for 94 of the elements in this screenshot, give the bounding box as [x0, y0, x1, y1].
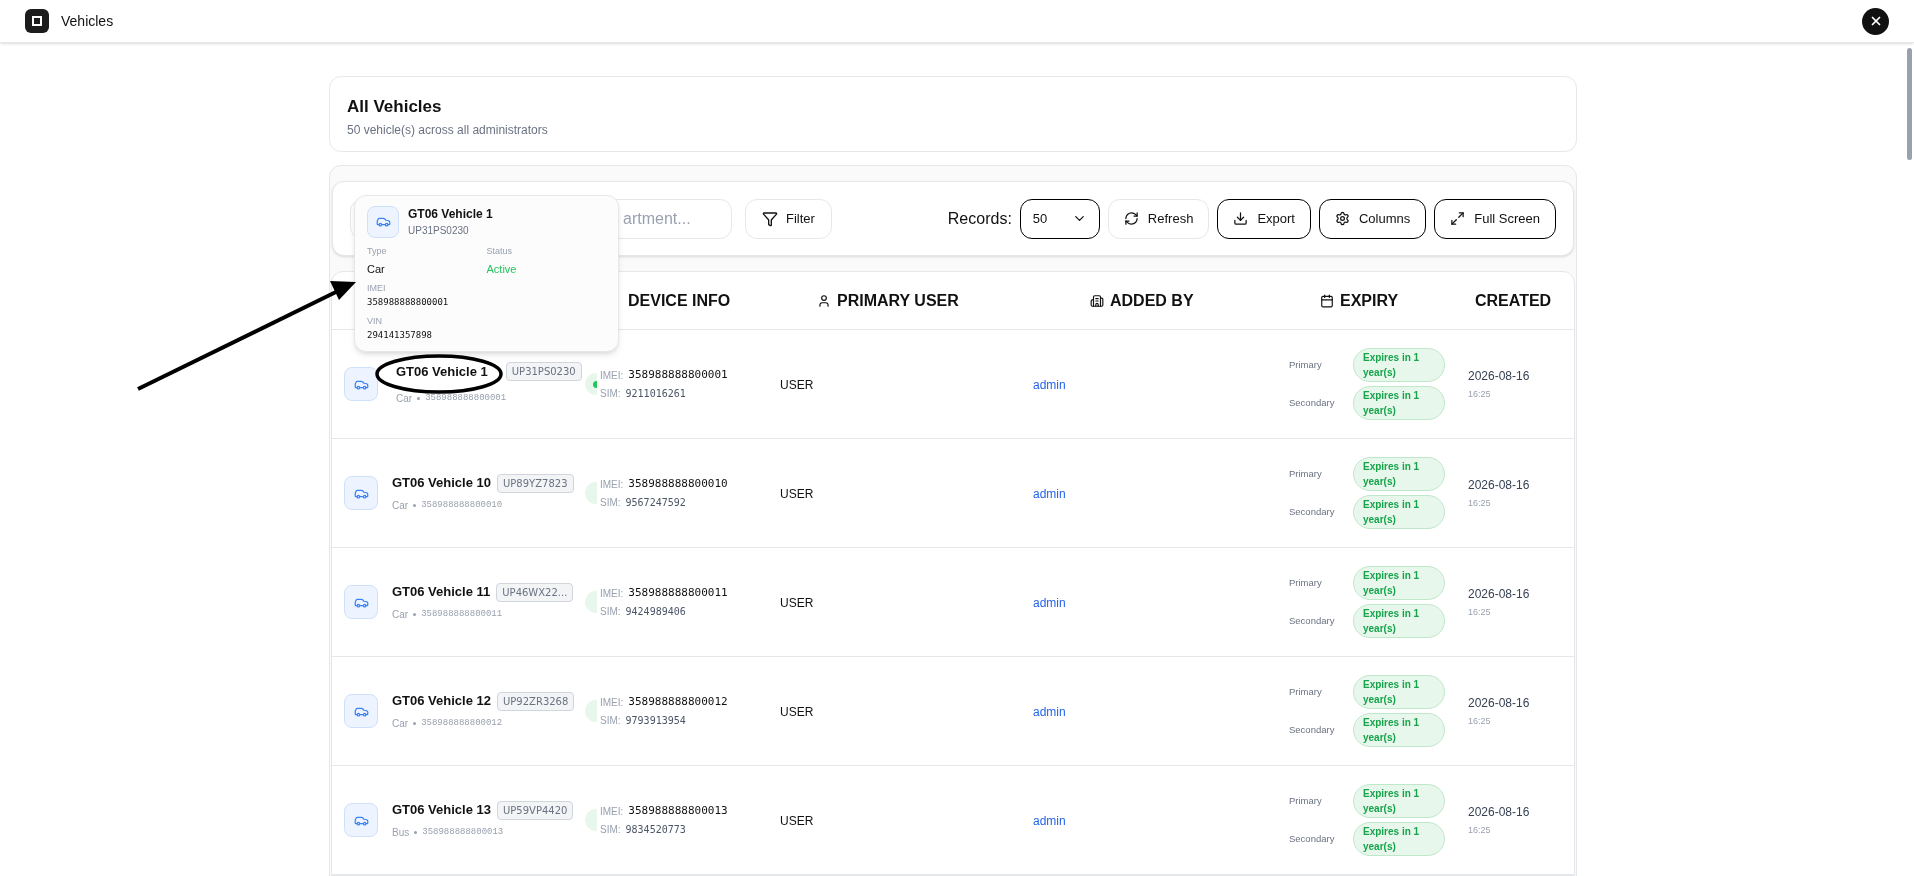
sim-value: 9793913954 [625, 714, 686, 729]
primary-user: USER [780, 596, 814, 610]
tooltip-title: GT06 Vehicle 1 [408, 206, 493, 223]
expiry-label: Primary [1289, 793, 1323, 808]
imei-label: IMEI: [600, 586, 624, 601]
primary-user: USER [780, 378, 814, 392]
created-time: 16:25 [1468, 605, 1492, 619]
vehicle-imei: 358988888800011 [421, 607, 503, 621]
created-time: 16:25 [1468, 496, 1492, 510]
vehicle-type: Car [392, 607, 409, 622]
imei-label: IMEI [367, 282, 387, 295]
expiry-badge: Expires in 1 year(s) [1353, 713, 1445, 747]
vehicle-type: Car [392, 716, 409, 731]
expiry-badge: Expires in 1 year(s) [1353, 386, 1445, 420]
column-header: EXPIRY [1340, 290, 1399, 311]
imei-label: IMEI: [600, 477, 624, 492]
type-label: Type [367, 245, 388, 258]
sim-label: SIM: [600, 714, 621, 729]
expiry-label: Secondary [1289, 504, 1336, 519]
vehicle-name: GT06 Vehicle 10 [392, 474, 491, 493]
plate-tag: UP46WX22... [496, 582, 574, 602]
plate-tag: UP59VP4420 [497, 800, 574, 820]
window-title: Vehicles [61, 11, 114, 31]
sim-value: 9424989406 [625, 605, 686, 620]
status-value: Active [486, 261, 518, 277]
vehicle-name: GT06 Vehicle 13 [392, 801, 491, 820]
vehicle-type: Car [392, 498, 409, 513]
imei-value: 358988888800001 [628, 366, 728, 383]
imei-value: 358988888800012 [628, 693, 728, 710]
primary-user: USER [780, 487, 814, 501]
vehicle-type: Bus [392, 825, 410, 840]
expiry-label: Primary [1289, 684, 1323, 699]
sim-label: SIM: [600, 605, 621, 620]
imei-value: 358988888800001 [367, 295, 450, 309]
sim-label: SIM: [600, 387, 621, 402]
imei-label: IMEI: [600, 695, 624, 710]
vehicle-imei: 358988888800010 [421, 498, 503, 512]
expiry-badge: Expires in 1 year(s) [1353, 822, 1445, 856]
column-header: DEVICE INFO [628, 290, 731, 311]
expiry-badge: Expires in 1 year(s) [1353, 566, 1445, 600]
expiry-badge: Expires in 1 year(s) [1353, 604, 1445, 638]
expiry-label: Primary [1289, 357, 1323, 372]
expiry-badge: Expires in 1 year(s) [1353, 457, 1445, 491]
sim-label: SIM: [600, 823, 621, 838]
column-header: CREATED [1475, 290, 1552, 311]
expiry-label: Primary [1289, 575, 1323, 590]
imei-label: IMEI: [600, 804, 624, 819]
vehicle-imei: 358988888800001 [425, 392, 507, 405]
vehicle-imei: 358988888800013 [422, 825, 504, 839]
expiry-badge: Expires in 1 year(s) [1353, 675, 1445, 709]
imei-value: 358988888800013 [628, 802, 728, 819]
expiry-label: Primary [1289, 466, 1323, 481]
sim-value: 9834520773 [625, 823, 686, 838]
tooltip-plate: UP31PS0230 [408, 224, 470, 238]
page-subtitle: 50 vehicle(s) across all administrators [347, 122, 549, 139]
vehicle-name: GT06 Vehicle 11 [392, 583, 491, 602]
expiry-badge: Expires in 1 year(s) [1353, 348, 1445, 382]
vin-label: VIN [367, 315, 383, 328]
plate-tag: UP31PS0230 [505, 362, 582, 381]
primary-user: USER [780, 814, 814, 828]
vin-value: 294141357898 [367, 328, 434, 342]
created-date: 2026-08-16 [1468, 367, 1531, 385]
primary-user: USER [780, 705, 814, 719]
vehicle-name: GT06 Vehicle 1 [396, 362, 488, 381]
sim-value: 9567247592 [625, 496, 686, 511]
expiry-label: Secondary [1289, 831, 1336, 846]
vehicle-imei: 358988888800012 [421, 716, 503, 730]
created-date: 2026-08-16 [1468, 476, 1531, 494]
created-date: 2026-08-16 [1468, 803, 1531, 821]
plate-tag: UP89YZ7823 [497, 473, 574, 493]
imei-value: 358988888800010 [628, 475, 728, 492]
status-label: Status [486, 245, 513, 258]
sim-label: SIM: [600, 496, 621, 511]
expiry-label: Secondary [1289, 613, 1336, 628]
vehicle-type: Car [396, 392, 413, 407]
created-date: 2026-08-16 [1468, 585, 1531, 603]
records-label: Records: [947, 208, 1012, 229]
column-header: ADDED BY [1110, 290, 1194, 311]
created-date: 2026-08-16 [1468, 694, 1531, 712]
page-title: All Vehicles [347, 97, 443, 117]
expiry-badge: Expires in 1 year(s) [1353, 784, 1445, 818]
expiry-label: Secondary [1289, 395, 1336, 410]
created-time: 16:25 [1468, 387, 1492, 401]
expiry-label: Secondary [1289, 722, 1336, 737]
imei-value: 358988888800011 [628, 584, 728, 601]
sim-value: 9211016261 [625, 387, 686, 402]
imei-label: IMEI: [600, 368, 624, 383]
type-value: Car [367, 261, 386, 277]
created-time: 16:25 [1468, 823, 1492, 837]
expiry-badge: Expires in 1 year(s) [1353, 495, 1445, 529]
created-time: 16:25 [1468, 714, 1492, 728]
column-header: PRIMARY USER [837, 290, 959, 311]
vehicle-name: GT06 Vehicle 12 [392, 692, 491, 711]
plate-tag: UP92ZR3268 [497, 691, 575, 711]
